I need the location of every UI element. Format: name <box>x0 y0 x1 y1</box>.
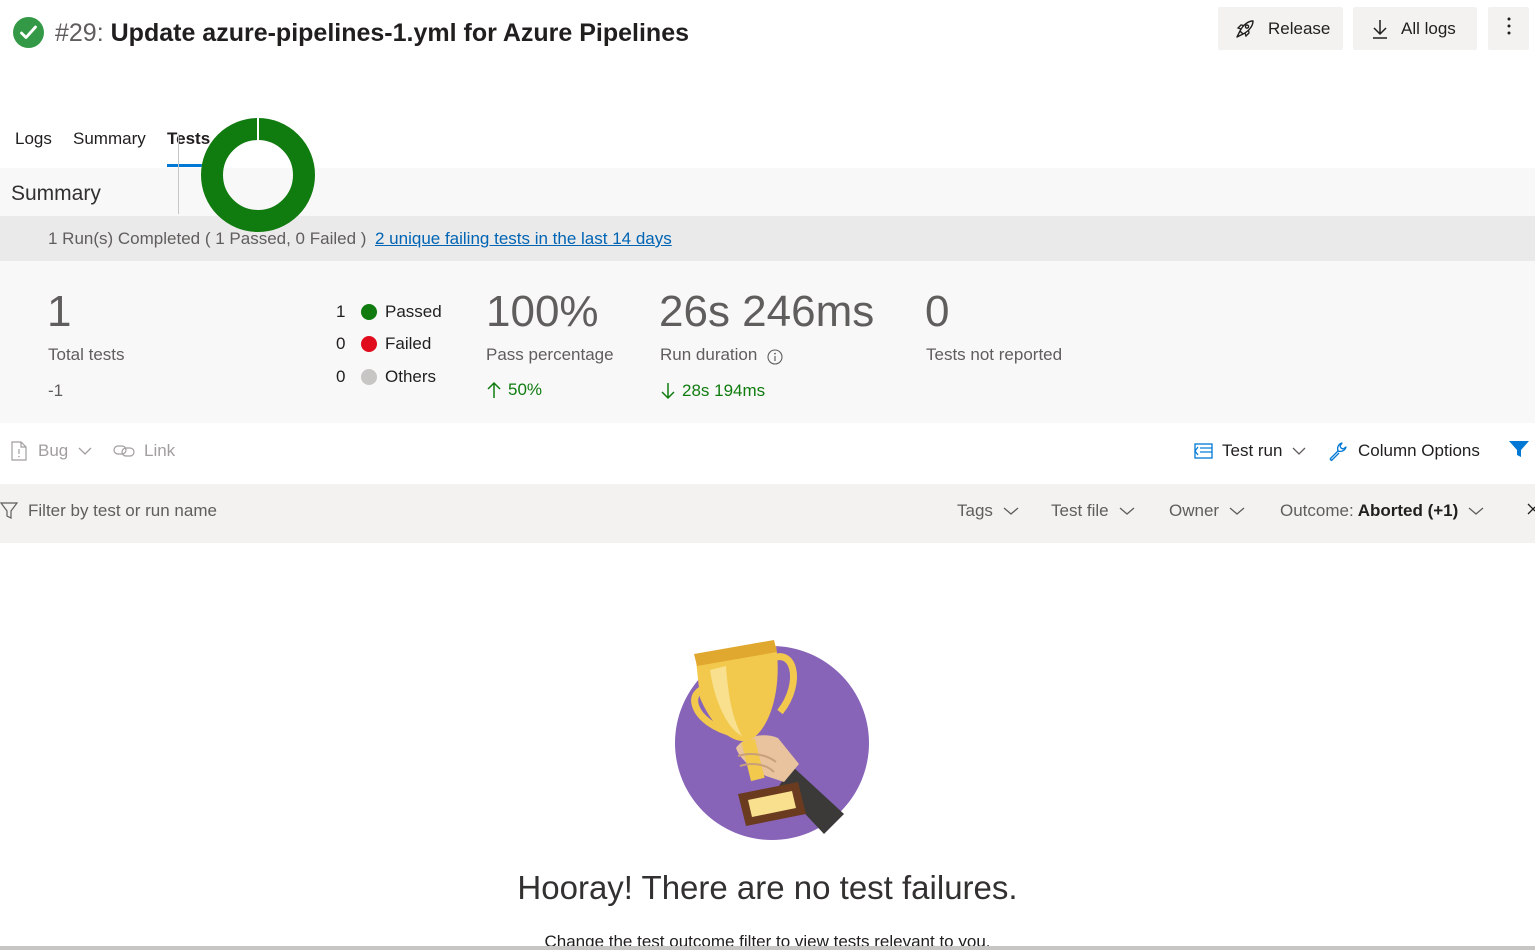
link-icon <box>113 444 135 458</box>
page-title: #29: Update azure-pipelines-1.yml for Az… <box>55 17 689 49</box>
passed-dot-icon <box>361 304 377 320</box>
chevron-down-icon <box>1468 506 1484 516</box>
failing-tests-link[interactable]: 2 unique failing tests in the last 14 da… <box>375 227 672 251</box>
passed-count: 1 <box>336 302 346 321</box>
empty-state-title: Hooray! There are no test failures. <box>517 869 1018 906</box>
owner-filter-label: Owner <box>1169 501 1220 520</box>
arrow-down-icon <box>660 381 676 401</box>
bug-label: Bug <box>38 441 69 460</box>
filter-search-input[interactable]: Filter by test or run name <box>0 501 217 521</box>
total-tests-value: 1 <box>47 287 72 336</box>
tests-toolbar: Bug Link Test run Column Options <box>0 423 1535 483</box>
donut-passed-segment <box>201 118 315 232</box>
not-reported-value: 0 <box>925 287 950 336</box>
filter-outline-icon <box>0 501 18 521</box>
others-label: Others <box>385 367 437 386</box>
rocket-icon <box>1234 18 1256 40</box>
close-icon <box>1527 501 1535 522</box>
tab-summary[interactable]: Summary <box>73 124 146 154</box>
failed-dot-icon <box>361 336 377 352</box>
all-logs-label: All logs <box>1401 18 1456 38</box>
failed-label: Failed <box>385 334 432 353</box>
test-run-label: Test run <box>1222 441 1283 460</box>
chevron-down-icon <box>1292 446 1306 456</box>
test-run-groupby-button[interactable]: Test run <box>1193 438 1306 464</box>
pass-percentage-trend-value: 50% <box>508 380 543 399</box>
filter-bar: Filter by test or run name Tags Test fil… <box>0 484 1535 543</box>
tags-filter-dropdown[interactable]: Tags <box>957 501 1019 521</box>
run-duration-label: Run duration <box>660 345 758 364</box>
total-tests-delta: -1 <box>48 381 64 400</box>
summary-heading: Summary <box>11 182 101 205</box>
run-duration-trend: 28s 194ms <box>660 379 765 403</box>
page-header: #29: Update azure-pipelines-1.yml for Az… <box>0 0 1535 70</box>
pass-percentage-value: 100% <box>486 287 599 336</box>
release-button[interactable]: Release <box>1218 7 1343 50</box>
bug-doc-icon <box>9 440 29 462</box>
run-number: #29: <box>55 19 104 47</box>
link-label: Link <box>144 441 176 460</box>
download-icon <box>1371 18 1389 40</box>
bottom-border <box>0 946 1535 950</box>
group-list-icon <box>1193 442 1213 460</box>
pass-percentage-trend: 50% <box>486 378 542 402</box>
tags-filter-label: Tags <box>957 501 993 520</box>
test-file-filter-label: Test file <box>1051 501 1109 520</box>
clear-filters-button[interactable] <box>1527 501 1535 522</box>
passed-label: Passed <box>385 302 442 321</box>
run-name: Update azure-pipelines-1.yml for Azure P… <box>110 19 690 47</box>
bug-button[interactable]: Bug <box>9 438 92 464</box>
trophy-illustration <box>675 640 869 840</box>
others-dot-icon <box>361 369 377 385</box>
chevron-down-icon <box>1003 506 1019 516</box>
all-logs-button[interactable]: All logs <box>1353 7 1477 50</box>
filter-funnel-icon <box>1508 439 1530 464</box>
more-actions-button[interactable] <box>1488 7 1529 50</box>
failed-count: 0 <box>336 334 346 353</box>
arrow-up-icon <box>486 380 502 400</box>
outcome-filter-label: Outcome: <box>1280 501 1354 520</box>
legend-passed: 1 Passed <box>336 300 442 324</box>
outcome-filter-value: Aborted (+1) <box>1357 501 1459 520</box>
column-options-label: Column Options <box>1358 441 1480 460</box>
test-file-filter-dropdown[interactable]: Test file <box>1051 501 1135 521</box>
outcome-donut-chart <box>201 118 315 232</box>
legend-others: 0 Others <box>336 365 436 389</box>
tab-logs[interactable]: Logs <box>15 124 52 154</box>
legend-failed: 0 Failed <box>336 332 431 356</box>
owner-filter-dropdown[interactable]: Owner <box>1169 501 1245 521</box>
filter-toggle-button[interactable] <box>1508 438 1530 464</box>
run-duration-value: 26s 246ms <box>659 287 875 336</box>
outcome-filter-dropdown[interactable]: Outcome: Aborted (+1) <box>1280 501 1484 521</box>
check-circle-icon <box>13 17 44 48</box>
not-reported-label: Tests not reported <box>926 345 1063 364</box>
link-button[interactable]: Link <box>113 438 175 464</box>
pass-percentage-label: Pass percentage <box>486 345 614 364</box>
filter-search-placeholder: Filter by test or run name <box>28 501 217 520</box>
chevron-down-icon <box>1119 506 1135 516</box>
run-duration-trend-value: 28s 194ms <box>682 381 766 400</box>
wrench-icon <box>1327 440 1349 462</box>
column-options-button[interactable]: Column Options <box>1327 438 1480 464</box>
info-icon[interactable] <box>767 349 783 365</box>
more-vertical-icon <box>1506 15 1512 42</box>
others-count: 0 <box>336 367 346 386</box>
total-tests-label: Total tests <box>48 345 125 364</box>
chevron-down-icon <box>1229 506 1245 516</box>
metrics-divider <box>178 134 179 214</box>
chevron-down-icon <box>78 446 92 456</box>
release-label: Release <box>1268 18 1331 38</box>
